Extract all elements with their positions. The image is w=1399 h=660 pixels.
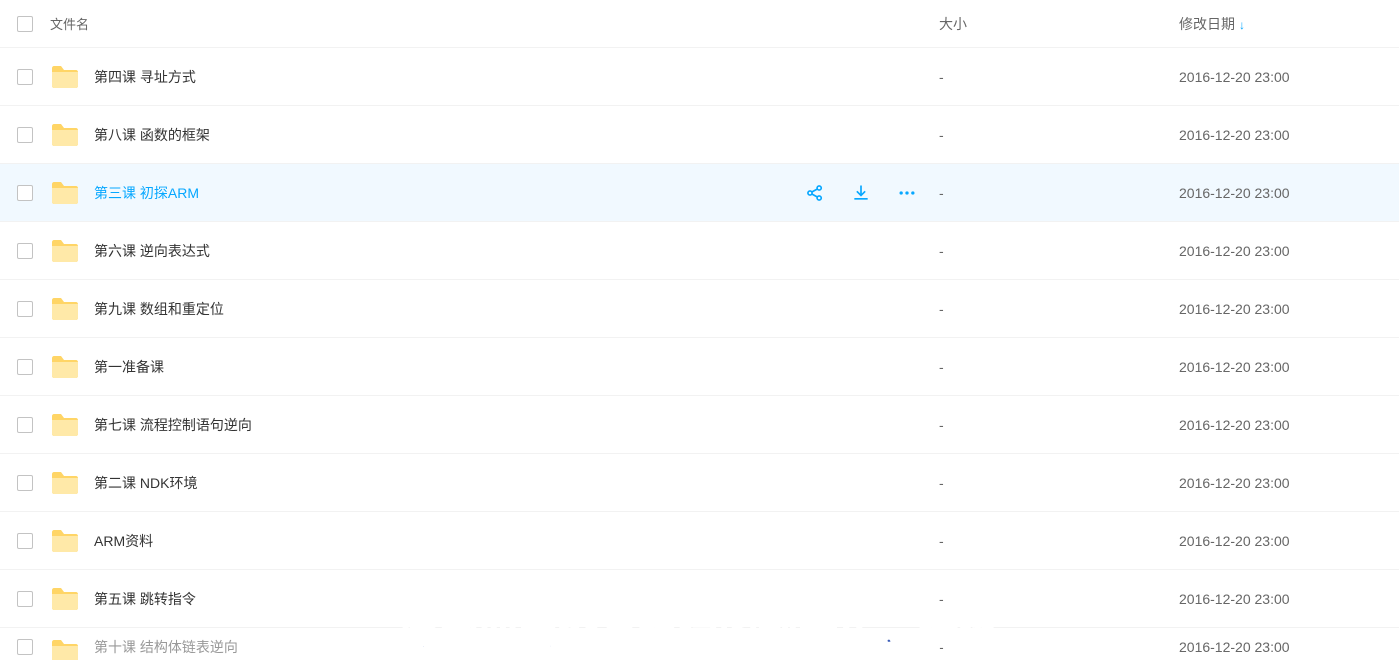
sort-desc-icon[interactable]: ↓: [1239, 18, 1245, 32]
file-name[interactable]: 第一准备课: [94, 357, 164, 377]
header-size[interactable]: 大小: [939, 16, 967, 32]
file-name[interactable]: 第四课 寻址方式: [94, 67, 196, 87]
download-icon[interactable]: [851, 183, 871, 203]
table-row[interactable]: 第九课 数组和重定位 - 2016-12-20 23:00: [0, 280, 1399, 338]
row-checkbox[interactable]: [17, 417, 33, 433]
select-all-checkbox[interactable]: [17, 16, 33, 32]
folder-icon: [50, 638, 80, 656]
table-row[interactable]: 第十课 结构体链表逆向 - 2016-12-20 23:00: [0, 628, 1399, 660]
file-date: 2016-12-20 23:00: [1179, 185, 1399, 201]
row-checkbox[interactable]: [17, 69, 33, 85]
table-header-row: 文件名 大小 修改日期 ↓: [0, 0, 1399, 48]
file-size: -: [939, 533, 1179, 549]
folder-icon: [50, 64, 80, 90]
file-name[interactable]: 第五课 跳转指令: [94, 589, 196, 609]
file-date: 2016-12-20 23:00: [1179, 591, 1399, 607]
file-size: -: [939, 417, 1179, 433]
table-row[interactable]: 第八课 函数的框架 - 2016-12-20 23:00: [0, 106, 1399, 164]
table-row[interactable]: 第七课 流程控制语句逆向 - 2016-12-20 23:00: [0, 396, 1399, 454]
file-size: -: [939, 185, 1179, 201]
file-date: 2016-12-20 23:00: [1179, 639, 1399, 655]
table-row[interactable]: ARM资料 - 2016-12-20 23:00: [0, 512, 1399, 570]
folder-icon: [50, 296, 80, 322]
file-size: -: [939, 591, 1179, 607]
file-date: 2016-12-20 23:00: [1179, 127, 1399, 143]
row-checkbox[interactable]: [17, 301, 33, 317]
table-row[interactable]: 第三课 初探ARM - 2016-12-20 23:00: [0, 164, 1399, 222]
file-date: 2016-12-20 23:00: [1179, 533, 1399, 549]
row-checkbox[interactable]: [17, 185, 33, 201]
file-date: 2016-12-20 23:00: [1179, 243, 1399, 259]
folder-icon: [50, 412, 80, 438]
row-checkbox[interactable]: [17, 591, 33, 607]
file-size: -: [939, 639, 1179, 655]
file-name[interactable]: ARM资料: [94, 531, 153, 551]
folder-icon: [50, 238, 80, 264]
row-checkbox[interactable]: [17, 639, 33, 655]
share-icon[interactable]: [805, 183, 825, 203]
file-name[interactable]: 第三课 初探ARM: [94, 183, 199, 203]
file-date: 2016-12-20 23:00: [1179, 301, 1399, 317]
table-row[interactable]: 第五课 跳转指令 - 2016-12-20 23:00: [0, 570, 1399, 628]
more-icon[interactable]: [897, 183, 917, 203]
file-date: 2016-12-20 23:00: [1179, 475, 1399, 491]
header-filename[interactable]: 文件名: [50, 14, 89, 33]
file-size: -: [939, 69, 1179, 85]
file-size: -: [939, 127, 1179, 143]
folder-icon: [50, 528, 80, 554]
table-row[interactable]: 第六课 逆向表达式 - 2016-12-20 23:00: [0, 222, 1399, 280]
file-size: -: [939, 243, 1179, 259]
file-name[interactable]: 第六课 逆向表达式: [94, 241, 210, 261]
row-actions: [805, 183, 917, 203]
row-checkbox[interactable]: [17, 243, 33, 259]
file-size: -: [939, 475, 1179, 491]
table-row[interactable]: 第一准备课 - 2016-12-20 23:00: [0, 338, 1399, 396]
table-row[interactable]: 第二课 NDK环境 - 2016-12-20 23:00: [0, 454, 1399, 512]
file-size: -: [939, 359, 1179, 375]
row-checkbox[interactable]: [17, 359, 33, 375]
file-name[interactable]: 第九课 数组和重定位: [94, 299, 224, 319]
header-date[interactable]: 修改日期: [1179, 16, 1235, 32]
row-checkbox[interactable]: [17, 475, 33, 491]
folder-icon: [50, 180, 80, 206]
folder-icon: [50, 470, 80, 496]
table-row[interactable]: 第四课 寻址方式 - 2016-12-20 23:00: [0, 48, 1399, 106]
file-date: 2016-12-20 23:00: [1179, 69, 1399, 85]
row-checkbox[interactable]: [17, 533, 33, 549]
file-name[interactable]: 第八课 函数的框架: [94, 125, 210, 145]
file-table: 文件名 大小 修改日期↓ 第四课 寻址方式 - 2016-12-20 23:: [0, 0, 1399, 660]
file-date: 2016-12-20 23:00: [1179, 417, 1399, 433]
file-name[interactable]: 第二课 NDK环境: [94, 473, 197, 493]
file-size: -: [939, 301, 1179, 317]
row-checkbox[interactable]: [17, 127, 33, 143]
folder-icon: [50, 586, 80, 612]
folder-icon: [50, 122, 80, 148]
file-name[interactable]: 第七课 流程控制语句逆向: [94, 415, 252, 435]
file-date: 2016-12-20 23:00: [1179, 359, 1399, 375]
file-name[interactable]: 第十课 结构体链表逆向: [94, 637, 238, 657]
folder-icon: [50, 354, 80, 380]
